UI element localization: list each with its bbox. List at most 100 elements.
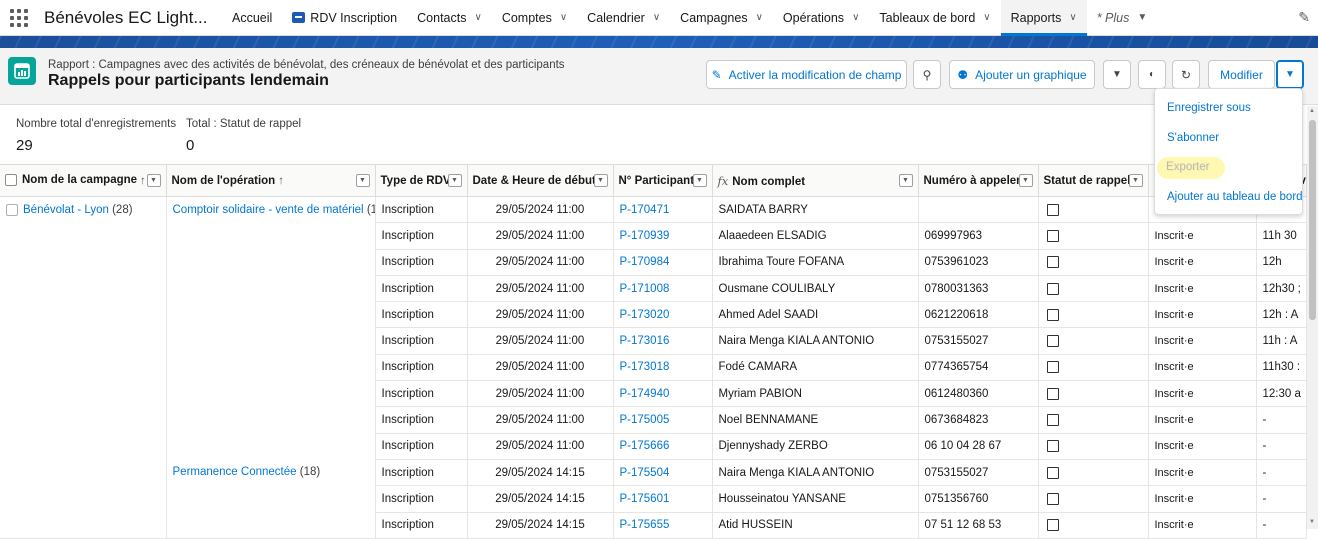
scrollbar-thumb[interactable] [1309, 120, 1316, 320]
participant-link[interactable]: P-170939 [613, 222, 713, 250]
col-header-label: Type de RDV [380, 174, 451, 187]
column-menu-icon[interactable]: ▼ [146, 174, 161, 187]
reminder-checkbox [1046, 229, 1059, 242]
cell-status: Inscrit·e [1148, 327, 1257, 355]
nav-tab-calendrier[interactable]: Calendrier ∨ [577, 0, 670, 36]
column-menu-icon[interactable]: ▼ [1018, 174, 1033, 187]
col-header-start[interactable]: Date & Heure de début ▼ [467, 164, 614, 197]
column-menu-icon[interactable]: ▼ [898, 174, 913, 187]
chevron-down-icon[interactable]: ∨ [756, 12, 763, 23]
col-header-operation[interactable]: Nom de l'opération ↑ ▼ [166, 164, 376, 197]
cell-rdv-type: Inscription [375, 196, 468, 224]
campaign-link[interactable]: Bénévolat - Lyon [23, 204, 109, 216]
participant-link[interactable]: P-173018 [613, 354, 713, 382]
group-operation-cell: Comptoir solidaire - vente de matériel (… [166, 196, 376, 460]
col-header-full-name[interactable]: fx Nom complet ▼ [712, 164, 919, 197]
menu-item-subscribe[interactable]: S'abonner [1167, 132, 1219, 144]
col-header-phone[interactable]: Numéro à appeler ▼ [918, 164, 1039, 197]
participant-link[interactable]: P-175666 [613, 433, 713, 460]
filter-button[interactable]: ▼ [1103, 60, 1131, 89]
participant-link[interactable]: P-173016 [613, 327, 713, 355]
participant-link[interactable]: P-173020 [613, 301, 713, 329]
toggle-detail-button[interactable]: ◐ [1138, 60, 1166, 89]
col-header-participant[interactable]: N° Participant ▼ [613, 164, 713, 197]
filter-icon: ▼ [1112, 69, 1122, 80]
vertical-scrollbar[interactable]: ▲ ▼ [1307, 106, 1318, 529]
reminder-checkbox [1046, 282, 1059, 295]
cell-full-name: Naira Menga KIALA ANTONIO [712, 327, 919, 355]
nav-tab-accueil[interactable]: Accueil [222, 0, 282, 36]
cell-reminder [1038, 275, 1149, 303]
chevron-down-icon[interactable]: ∨ [983, 12, 990, 23]
more-actions-button[interactable]: ▼ [1276, 60, 1304, 89]
table-row[interactable]: Bénévolat - Lyon (28) Comptoir solidaire … [0, 196, 1307, 539]
nav-tab-rapports[interactable]: Rapports ∨ [1000, 0, 1087, 36]
cell-next: 11h30 : [1256, 354, 1307, 382]
participant-link[interactable]: P-175601 [613, 485, 713, 513]
reminder-checkbox [1046, 387, 1059, 400]
nav-tab-contacts[interactable]: Contacts ∨ [407, 0, 492, 36]
add-chart-button[interactable]: ⚉ Ajouter un graphique [949, 60, 1095, 89]
report-type-subtitle: Rapport : Campagnes avec des activités d… [48, 59, 565, 71]
cell-start: 29/05/2024 11:00 [467, 222, 614, 250]
modify-button[interactable]: Modifier [1208, 60, 1275, 89]
select-all-checkbox[interactable] [5, 174, 17, 187]
cell-start: 29/05/2024 11:00 [467, 406, 614, 434]
participant-link[interactable]: P-175005 [613, 406, 713, 434]
edit-nav-pencil-icon[interactable]: ✎ [1298, 9, 1310, 26]
chevron-down-icon[interactable]: ∨ [1069, 12, 1076, 23]
nav-tab-campagnes[interactable]: Campagnes ∨ [670, 0, 773, 36]
col-header-campaign[interactable]: Nom de la campagne ↑ ▼ [0, 164, 167, 197]
cell-phone: 0780031363 [918, 275, 1039, 303]
row-checkbox[interactable] [6, 204, 18, 216]
participant-link[interactable]: P-175504 [613, 459, 713, 487]
nav-more-menu[interactable]: * Plus ▼ [1087, 0, 1158, 36]
table-row[interactable]: Permanence Connectée (18) Inscription 29/0… [0, 459, 1307, 539]
reminder-checkbox [1046, 256, 1059, 269]
participant-link[interactable]: P-170984 [613, 249, 713, 276]
cell-phone [918, 196, 1039, 224]
participant-link[interactable]: P-175655 [613, 512, 713, 539]
cell-rdv-type: Inscription [375, 459, 468, 487]
refresh-button[interactable]: ↻ [1172, 60, 1200, 89]
col-header-reminder[interactable]: Statut de rappel ▼ [1038, 164, 1149, 197]
cell-reminder [1038, 433, 1149, 460]
nav-tab-label: Tableaux de bord [879, 10, 976, 25]
participant-link[interactable]: P-174940 [613, 380, 713, 408]
column-menu-icon[interactable]: ▼ [447, 174, 462, 187]
sort-asc-icon[interactable]: ↑ [140, 175, 146, 187]
group-count: (10) [366, 204, 374, 216]
nav-tab-tableaux-de-bord[interactable]: Tableaux de bord ∨ [869, 0, 1000, 36]
scroll-down-icon[interactable]: ▼ [1309, 519, 1315, 525]
reminder-checkbox [1046, 361, 1059, 374]
enable-field-editing-button[interactable]: ✎ Activer la modification de champ [706, 60, 907, 89]
sort-asc-icon[interactable]: ↑ [278, 175, 284, 187]
participant-link[interactable]: P-170471 [613, 196, 713, 224]
column-menu-icon[interactable]: ▼ [1128, 174, 1143, 187]
cell-full-name: SAIDATA BARRY [712, 196, 919, 224]
chevron-down-icon[interactable]: ∨ [474, 12, 481, 23]
nav-tab-comptes[interactable]: Comptes ∨ [492, 0, 577, 36]
operation-link[interactable]: Comptoir solidaire - vente de matériel [173, 204, 364, 216]
cell-full-name: Atid HUSSEIN [712, 512, 919, 539]
menu-item-add-to-dashboard[interactable]: Ajouter au tableau de bord [1167, 191, 1303, 203]
chevron-down-icon[interactable]: ∨ [852, 12, 859, 23]
menu-item-export-overlay[interactable]: Exporter [1166, 161, 1209, 173]
nav-tab-operations[interactable]: Opérations ∨ [773, 0, 869, 36]
app-launcher-icon[interactable] [10, 8, 28, 27]
cell-rdv-type: Inscription [375, 222, 468, 250]
search-button[interactable]: ⚲ [913, 60, 941, 89]
column-menu-icon[interactable]: ▼ [692, 174, 707, 187]
scroll-up-icon[interactable]: ▲ [1309, 108, 1315, 114]
reminder-checkbox [1046, 466, 1059, 479]
chevron-down-icon[interactable]: ∨ [560, 12, 567, 23]
menu-item-save-as[interactable]: Enregistrer sous [1167, 102, 1251, 114]
col-header-rdv-type[interactable]: Type de RDV ▼ [375, 164, 468, 197]
participant-link[interactable]: P-171008 [613, 275, 713, 303]
search-icon: ⚲ [922, 67, 932, 82]
nav-tab-rdv-inscription[interactable]: RDV Inscription [282, 0, 407, 36]
column-menu-icon[interactable]: ▼ [355, 174, 370, 187]
chevron-down-icon[interactable]: ∨ [653, 12, 660, 23]
operation-link[interactable]: Permanence Connectée [173, 466, 297, 478]
column-menu-icon[interactable]: ▼ [593, 174, 608, 187]
